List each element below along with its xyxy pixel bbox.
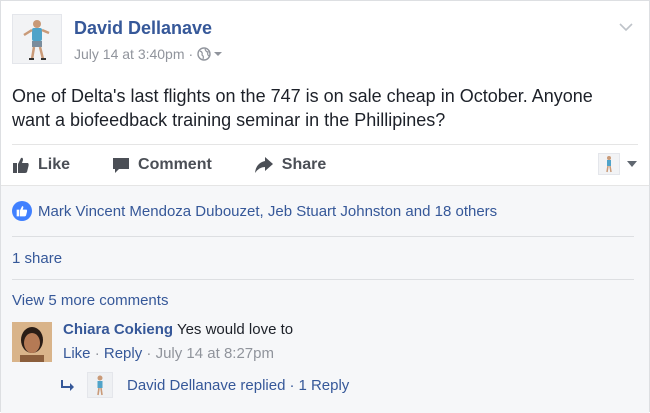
reactions-text[interactable]: Mark Vincent Mendoza Dubouzet, Jeb Stuar… bbox=[38, 203, 497, 220]
globe-icon[interactable] bbox=[197, 47, 223, 61]
reply-dot: · bbox=[289, 376, 295, 394]
comment-reply-link[interactable]: Reply bbox=[104, 345, 142, 362]
feedback-section: Mark Vincent Mendoza Dubouzet, Jeb Stuar… bbox=[1, 185, 649, 413]
reactions-summary[interactable]: Mark Vincent Mendoza Dubouzet, Jeb Stuar… bbox=[12, 201, 497, 221]
divider bbox=[12, 279, 634, 280]
share-arrow-icon bbox=[254, 157, 273, 173]
replied-text[interactable]: David Dellanave replied bbox=[127, 377, 285, 394]
like-reaction-icon bbox=[12, 201, 32, 221]
comment-bubble-icon bbox=[113, 158, 130, 173]
caret-down-icon bbox=[627, 161, 637, 167]
comment-text: Yes would love to bbox=[176, 321, 294, 338]
shares-count[interactable]: 1 share bbox=[12, 250, 62, 267]
reply-arrow-icon bbox=[61, 380, 74, 391]
post-as-avatar bbox=[598, 153, 620, 175]
comment-header: Chiara Cokieng Yes would love to bbox=[63, 320, 293, 340]
share-button[interactable]: Share bbox=[254, 156, 326, 174]
comment-dot: · bbox=[94, 345, 100, 362]
post-actions-bar: Like Comment Share bbox=[12, 144, 638, 185]
chevron-down-icon[interactable] bbox=[618, 19, 634, 35]
share-label: Share bbox=[281, 156, 327, 173]
comment-dot: · bbox=[146, 345, 152, 362]
post-as-selector[interactable] bbox=[598, 153, 638, 175]
privacy-dropdown-icon bbox=[214, 52, 223, 56]
person-figure-icon bbox=[23, 20, 50, 60]
comment-label: Comment bbox=[138, 156, 212, 173]
author-avatar[interactable] bbox=[12, 14, 62, 64]
meta-separator: · bbox=[188, 46, 194, 62]
view-more-comments-link[interactable]: View 5 more comments bbox=[12, 292, 168, 309]
divider bbox=[12, 236, 634, 237]
commenter-avatar[interactable] bbox=[12, 322, 52, 362]
commenter-name[interactable]: Chiara Cokieng bbox=[63, 321, 173, 338]
like-button[interactable]: Like bbox=[12, 156, 70, 174]
comment-time[interactable]: July 14 at 8:27pm bbox=[156, 345, 274, 362]
reply-count[interactable]: 1 Reply bbox=[298, 377, 349, 394]
comment-like-link[interactable]: Like bbox=[63, 345, 91, 362]
post-meta: July 14 at 3:40pm · bbox=[74, 45, 223, 63]
post-timestamp[interactable]: July 14 at 3:40pm bbox=[74, 45, 185, 63]
post-text: One of Delta's last flights on the 747 i… bbox=[12, 86, 593, 130]
post-card: David Dellanave July 14 at 3:40pm · One … bbox=[0, 0, 650, 413]
like-label: Like bbox=[38, 156, 71, 173]
thumbs-up-icon bbox=[13, 157, 29, 173]
replier-avatar bbox=[87, 372, 113, 398]
replies-summary[interactable]: David Dellanave replied · 1 Reply bbox=[61, 372, 349, 398]
comment-meta: Like · Reply · July 14 at 8:27pm bbox=[63, 344, 274, 364]
comment-button[interactable]: Comment bbox=[112, 156, 212, 174]
author-name[interactable]: David Dellanave bbox=[74, 17, 212, 39]
